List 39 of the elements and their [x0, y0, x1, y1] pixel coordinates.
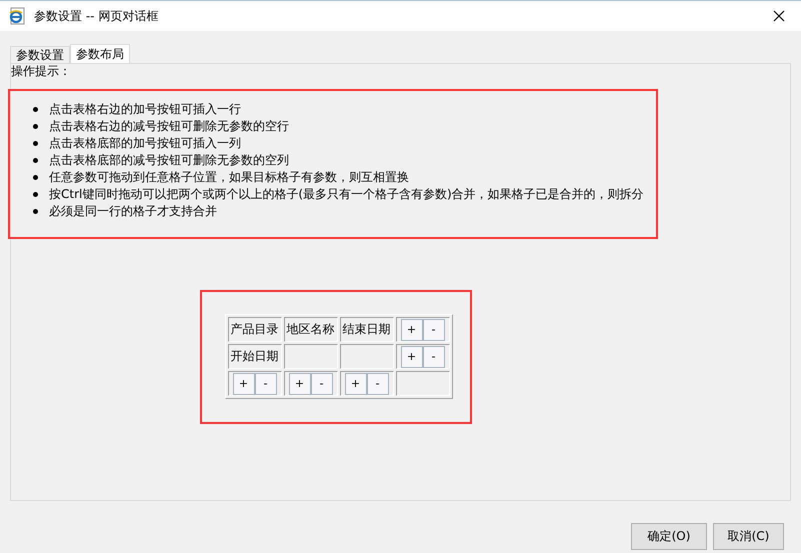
remove-button[interactable]: - — [422, 318, 444, 340]
add-button[interactable]: + — [400, 346, 422, 368]
hint-text: 点击表格右边的加号按钮可插入一行 — [49, 101, 241, 118]
add-button[interactable]: + — [400, 318, 422, 340]
remove-button[interactable]: - — [366, 372, 388, 394]
tab[interactable]: 参数设置 — [10, 46, 70, 63]
hint-text: 必须是同一行的格子才支持合并 — [49, 203, 217, 220]
table-cell[interactable]: 地区名称 — [284, 317, 338, 342]
hint-text: 任意参数可拖动到任意格子位置，如果目标格子有参数，则互相置换 — [49, 169, 409, 186]
add-button[interactable]: + — [288, 372, 310, 394]
hint-title: 操作提示： — [11, 64, 71, 78]
close-icon[interactable] — [773, 10, 785, 22]
table-cell[interactable]: 产品目录 — [228, 317, 282, 342]
cancel-button[interactable]: 取消(C) — [713, 523, 784, 550]
tab[interactable]: 参数布局 — [70, 44, 130, 63]
add-button[interactable]: + — [232, 372, 254, 394]
table-cell[interactable]: 开始日期 — [228, 344, 282, 369]
bullet-icon — [33, 107, 38, 112]
remove-button[interactable]: - — [254, 372, 276, 394]
bullet-icon — [33, 209, 38, 214]
window-title: 参数设置 -- 网页对话框 — [34, 8, 160, 24]
empty-cell[interactable] — [284, 344, 338, 369]
remove-button[interactable]: - — [310, 372, 332, 394]
ok-button[interactable]: 确定(O) — [631, 523, 707, 550]
hint-text: 点击表格底部的减号按钮可删除无参数的空列 — [49, 152, 289, 169]
table-cell[interactable]: 结束日期 — [340, 317, 394, 342]
remove-button[interactable]: - — [422, 346, 444, 368]
bullet-icon — [33, 124, 38, 129]
hint-text: 按Ctrl键同时拖动可以把两个或两个以上的格子(最多只有一个格子含有参数)合并，如果格子已是合并的，则拆分 — [49, 186, 644, 203]
empty-cell[interactable] — [340, 344, 394, 369]
bullet-icon — [33, 141, 38, 146]
browser-icon — [8, 7, 26, 25]
hint-text: 点击表格右边的减号按钮可删除无参数的空行 — [49, 118, 289, 135]
bullet-icon — [33, 192, 38, 197]
bullet-icon — [33, 158, 38, 163]
hint-text: 点击表格底部的加号按钮可插入一列 — [49, 135, 241, 152]
add-button[interactable]: + — [344, 372, 366, 394]
empty-cell[interactable] — [396, 371, 450, 396]
bullet-icon — [33, 175, 38, 180]
